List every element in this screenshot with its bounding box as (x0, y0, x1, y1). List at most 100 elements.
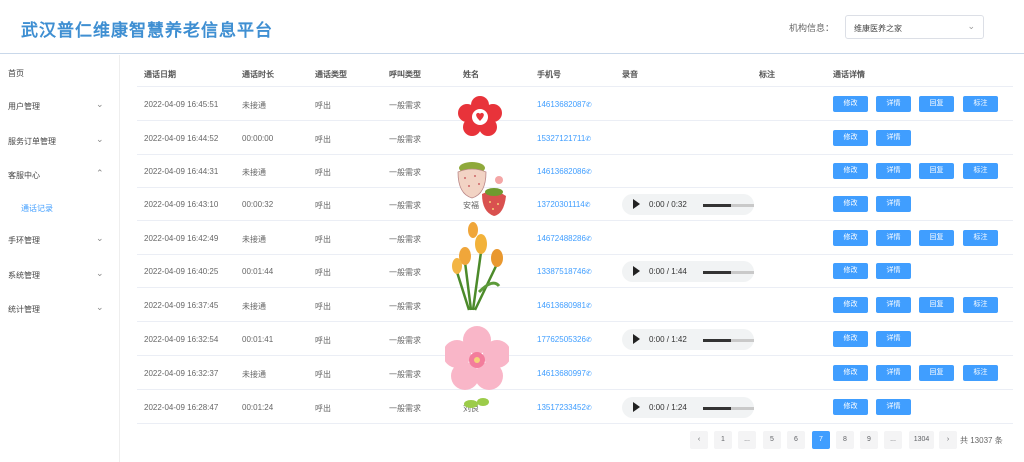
play-icon[interactable] (633, 199, 640, 209)
request-type-cell: 一般需求 (389, 135, 421, 144)
phone-icon[interactable]: ✆ (586, 303, 592, 310)
edit-button[interactable]: 修改 (833, 230, 868, 246)
audio-player[interactable]: 0:00 / 1:42 (622, 329, 754, 350)
phone-number[interactable]: 14613682086 (537, 167, 586, 176)
detail-button[interactable]: 详情 (876, 365, 911, 381)
page-ellipsis[interactable]: ... (738, 431, 756, 449)
reply-button[interactable]: 回复 (919, 297, 954, 313)
sidebar-item-users[interactable]: 用户管理 ⌄ (0, 95, 119, 117)
edit-button[interactable]: 修改 (833, 263, 868, 279)
phone-cell[interactable]: 14613680981✆ (537, 301, 592, 310)
phone-number[interactable]: 14672488286 (537, 234, 586, 243)
edit-button[interactable]: 修改 (833, 96, 868, 112)
phone-number[interactable]: 14613680997 (537, 369, 586, 378)
page-button[interactable]: 8 (836, 431, 854, 449)
audio-player[interactable]: 0:00 / 0:32 (622, 194, 754, 215)
annotate-button[interactable]: 标注 (963, 365, 998, 381)
phone-number[interactable]: 17762505326 (537, 335, 586, 344)
audio-player[interactable]: 0:00 / 1:44 (622, 261, 754, 282)
phone-cell[interactable]: 14613680997✆ (537, 369, 592, 378)
audio-progress-track[interactable] (703, 204, 754, 207)
edit-button[interactable]: 修改 (833, 297, 868, 313)
phone-icon[interactable]: ✆ (586, 269, 592, 276)
reply-button[interactable]: 回复 (919, 163, 954, 179)
page-button[interactable]: 5 (763, 431, 781, 449)
table-header: 通话日期 通话时长 通话类型 呼叫类型 姓名 手机号 录音 标注 通话详情 (137, 60, 1013, 87)
detail-button[interactable]: 详情 (876, 163, 911, 179)
sidebar-item-service-center[interactable]: 客服中心 ⌃ (0, 164, 119, 186)
audio-progress-track[interactable] (703, 339, 754, 342)
phone-number[interactable]: 13720301114 (537, 200, 585, 209)
detail-button[interactable]: 详情 (876, 196, 911, 212)
phone-cell[interactable]: 13387518746✆ (537, 267, 592, 276)
prev-page-button[interactable]: ‹ (690, 431, 708, 449)
page-ellipsis[interactable]: ... (884, 431, 902, 449)
sidebar-item-system[interactable]: 系统管理 ⌄ (0, 264, 119, 286)
detail-button[interactable]: 详情 (876, 331, 911, 347)
sidebar-item-label: 首页 (8, 69, 24, 78)
phone-number[interactable]: 13387518746 (537, 267, 586, 276)
edit-button[interactable]: 修改 (833, 130, 868, 146)
edit-button[interactable]: 修改 (833, 163, 868, 179)
detail-button[interactable]: 详情 (876, 297, 911, 313)
annotate-button[interactable]: 标注 (963, 230, 998, 246)
phone-icon[interactable]: ✆ (585, 202, 591, 209)
phone-icon[interactable]: ✆ (586, 337, 592, 344)
sidebar-item-bracelet[interactable]: 手环管理 ⌄ (0, 229, 119, 251)
edit-button[interactable]: 修改 (833, 399, 868, 415)
page-button[interactable]: 1304 (909, 431, 934, 449)
phone-icon[interactable]: ✆ (586, 371, 592, 378)
phone-number[interactable]: 14613680981 (537, 301, 586, 310)
audio-player[interactable]: 0:00 / 1:24 (622, 397, 754, 418)
phone-cell[interactable]: 14672488286✆ (537, 234, 592, 243)
detail-button[interactable]: 详情 (876, 130, 911, 146)
next-page-button[interactable]: › (939, 431, 957, 449)
phone-icon[interactable]: ✆ (586, 169, 592, 176)
reply-button[interactable]: 回复 (919, 365, 954, 381)
phone-icon[interactable]: ✆ (585, 136, 591, 143)
page-button[interactable]: 9 (860, 431, 878, 449)
detail-button[interactable]: 详情 (876, 230, 911, 246)
sidebar-item-orders[interactable]: 服务订单管理 ⌄ (0, 130, 119, 152)
call-type-cell: 呼出 (315, 370, 331, 379)
sidebar-item-home[interactable]: 首页 (0, 62, 119, 84)
edit-button[interactable]: 修改 (833, 331, 868, 347)
phone-cell[interactable]: 14613682087✆ (537, 100, 592, 109)
page-button[interactable]: 6 (787, 431, 805, 449)
reply-button[interactable]: 回复 (919, 230, 954, 246)
phone-cell[interactable]: 15327121711✆ (537, 134, 591, 143)
detail-button[interactable]: 详情 (876, 263, 911, 279)
org-select[interactable]: 维康医养之家 ⌄ (845, 15, 984, 39)
phone-icon[interactable]: ✆ (586, 236, 592, 243)
detail-button[interactable]: 详情 (876, 96, 911, 112)
phone-number[interactable]: 15327121711 (537, 134, 585, 143)
phone-cell[interactable]: 17762505326✆ (537, 335, 592, 344)
sidebar-item-call-records[interactable]: 通话记录 (0, 197, 119, 219)
call-duration-cell: 00:00:00 (242, 134, 274, 143)
page-button-current[interactable]: 7 (812, 431, 830, 449)
edit-button[interactable]: 修改 (833, 365, 868, 381)
column-header: 通话时长 (242, 70, 274, 79)
phone-cell[interactable]: 14613682086✆ (537, 167, 592, 176)
reply-button[interactable]: 回复 (919, 96, 954, 112)
phone-cell[interactable]: 13720301114✆ (537, 200, 591, 209)
play-icon[interactable] (633, 402, 640, 412)
phone-number[interactable]: 14613682087 (537, 100, 586, 109)
play-icon[interactable] (633, 334, 640, 344)
chevron-down-icon: ⌄ (96, 134, 104, 144)
audio-progress-track[interactable] (703, 407, 754, 410)
annotate-button[interactable]: 标注 (963, 163, 998, 179)
edit-button[interactable]: 修改 (833, 196, 868, 212)
annotate-button[interactable]: 标注 (963, 96, 998, 112)
audio-progress-fill (703, 204, 731, 207)
audio-progress-track[interactable] (703, 271, 754, 274)
sidebar-item-stats[interactable]: 统计管理 ⌄ (0, 298, 119, 320)
phone-icon[interactable]: ✆ (586, 102, 592, 109)
page-button[interactable]: 1 (714, 431, 732, 449)
phone-icon[interactable]: ✆ (586, 405, 592, 412)
play-icon[interactable] (633, 266, 640, 276)
detail-button[interactable]: 详情 (876, 399, 911, 415)
phone-number[interactable]: 13517233452 (537, 403, 586, 412)
phone-cell[interactable]: 13517233452✆ (537, 403, 592, 412)
annotate-button[interactable]: 标注 (963, 297, 998, 313)
